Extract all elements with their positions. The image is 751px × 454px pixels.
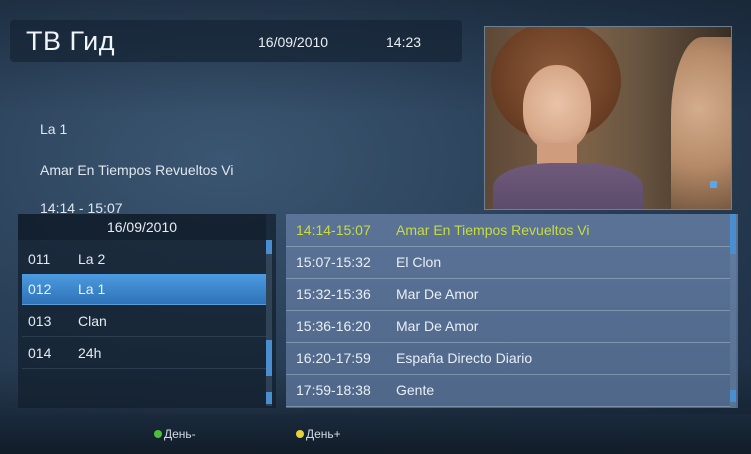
channel-row-selected[interactable]: 012 La 1 [22,274,266,305]
scrollbar-thumb[interactable] [730,390,736,402]
yellow-dot-icon [296,430,304,438]
day-prev-label: День- [164,427,196,441]
signal-indicator-icon [710,181,717,188]
video-preview [484,26,732,210]
schedule-title: El Clon [396,254,442,270]
schedule-time: 16:20-17:59 [296,350,371,366]
channel-name: La 2 [78,251,106,267]
schedule-title: Mar De Amor [396,286,479,302]
schedule-title: España Directo Diario [396,350,533,366]
schedule-row[interactable]: 15:32-15:36 Mar De Amor [286,278,730,311]
schedule-time: 15:36-16:20 [296,318,371,334]
schedule-time: 15:07-15:32 [296,254,371,270]
scrollbar-thumb[interactable] [730,214,736,254]
header-date: 16/09/2010 [258,34,329,50]
channel-number: 012 [28,281,52,297]
schedule-time: 17:59-18:38 [296,382,371,398]
green-dot-icon [154,430,162,438]
header-bar: ТВ Гид 16/09/2010 14:23 [10,20,462,62]
schedule-row[interactable]: 15:07-15:32 El Clon [286,246,730,279]
channel-list-scrollbar[interactable] [266,240,272,406]
schedule-row[interactable]: 16:20-17:59 España Directo Diario [286,342,730,375]
video-figure-face [523,65,591,151]
info-program-title: Amar En Tiempos Revueltos Vi [40,162,234,178]
footer-bar: День- День+ [0,414,751,454]
schedule-row[interactable]: 17:59-18:38 Gente [286,374,730,407]
channel-row[interactable]: 014 24h [22,338,266,369]
day-prev-button[interactable]: День- [154,414,196,454]
channel-number: 014 [28,345,52,361]
schedule-row[interactable]: 15:36-16:20 Mar De Amor [286,310,730,343]
channel-row[interactable]: 011 La 2 [22,244,266,275]
channel-number: 011 [28,251,51,267]
header-time: 14:23 [386,34,422,50]
channel-list-date: 16/09/2010 [18,214,266,240]
channel-number: 013 [28,313,52,329]
schedule-title: Mar De Amor [396,318,479,334]
channel-name: 24h [78,345,102,361]
schedule-title: Gente [396,382,435,398]
channel-row[interactable]: 013 Clan [22,306,266,337]
video-figure-dress [493,163,643,209]
schedule-time: 15:32-15:36 [296,286,371,302]
channel-name: Clan [78,313,107,329]
day-next-button[interactable]: День+ [296,414,341,454]
schedule-row-current[interactable]: 14:14-15:07 Amar En Tiempos Revueltos Vi [286,214,730,247]
channel-list-panel: 16/09/2010 011 La 2 012 La 1 013 Clan 01… [18,214,276,408]
schedule-scrollbar[interactable] [730,214,736,408]
channel-name: La 1 [78,281,106,297]
scrollbar-thumb[interactable] [266,340,272,376]
schedule-time: 14:14-15:07 [296,222,371,238]
day-next-label: День+ [306,427,341,441]
page-title: ТВ Гид [26,26,115,56]
schedule-panel: 14:14-15:07 Amar En Tiempos Revueltos Vi… [286,214,738,408]
tv-guide-screen: ТВ Гид 16/09/2010 14:23 La 1 Amar En Tie… [0,0,751,454]
video-second-figure [671,37,731,209]
info-channel-name: La 1 [40,121,68,137]
scrollbar-thumb[interactable] [266,392,272,404]
scrollbar-thumb[interactable] [266,240,272,254]
schedule-title: Amar En Tiempos Revueltos Vi [396,222,590,238]
